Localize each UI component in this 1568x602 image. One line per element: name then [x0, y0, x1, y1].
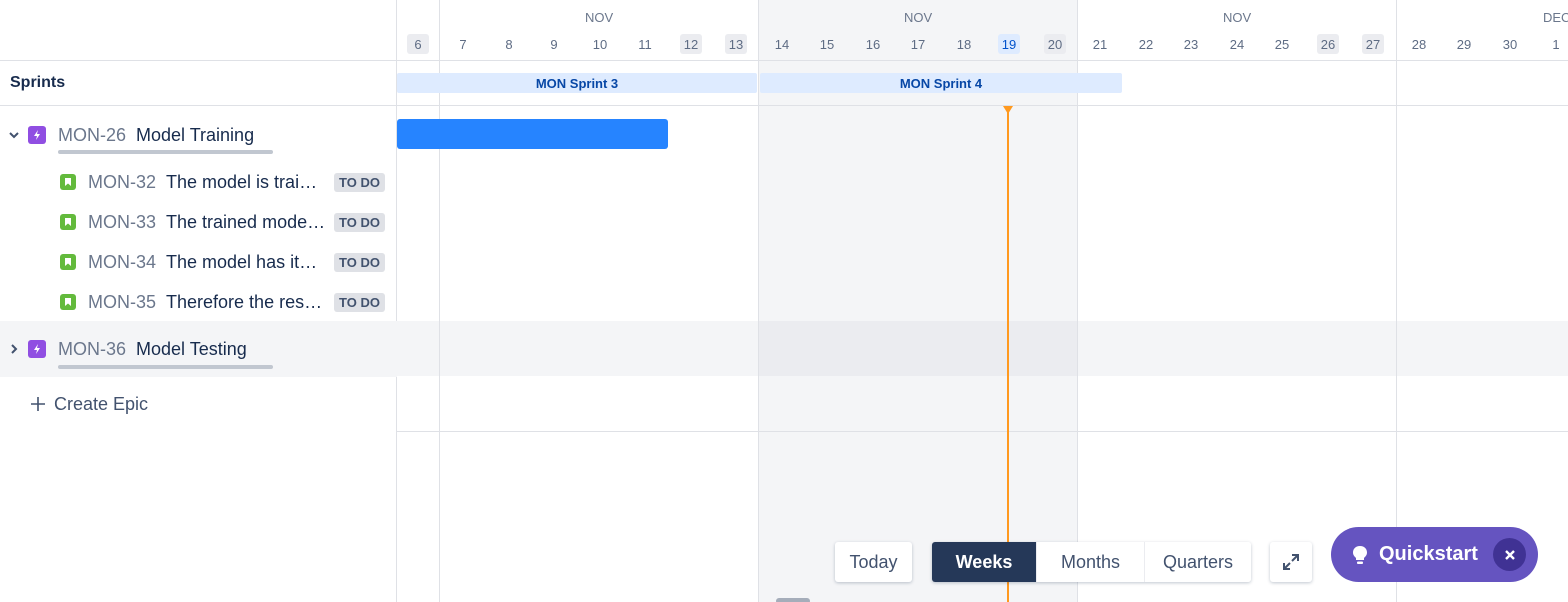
story-row-mon-34[interactable]: MON-34 The model has its ... TO DO	[0, 242, 397, 282]
epic-icon	[28, 340, 46, 358]
status-badge[interactable]: TO DO	[334, 292, 385, 312]
day-label: 17	[910, 36, 926, 52]
day-label: 23	[1183, 36, 1199, 52]
chevron-down-icon[interactable]	[0, 129, 28, 141]
timeline-grid: NOV NOV NOV DEC 6 7 8 9 10 11 12 13 14 1…	[397, 0, 1568, 602]
day-label: 14	[774, 36, 790, 52]
day-label: 9	[550, 36, 558, 52]
quickstart-button[interactable]: Quickstart	[1331, 527, 1538, 582]
day-label: 7	[459, 36, 467, 52]
close-icon	[1504, 549, 1515, 560]
day-label: 16	[865, 36, 881, 52]
plus-icon	[31, 397, 45, 411]
day-label: 27	[1362, 34, 1384, 54]
issue-key[interactable]: MON-32	[88, 172, 156, 193]
epic-progress-bar	[58, 150, 273, 154]
week-line	[1396, 0, 1397, 602]
chevron-right-icon[interactable]	[0, 343, 28, 355]
issue-list-panel: Sprints MON-26 Model Training MON-32 The…	[0, 0, 397, 602]
list-header	[0, 0, 396, 61]
week-line	[758, 0, 759, 602]
issue-key[interactable]: MON-33	[88, 212, 156, 233]
day-label: 10	[592, 36, 608, 52]
day-label: 18	[956, 36, 972, 52]
day-label: 1	[1552, 36, 1560, 52]
issue-summary[interactable]: The model is traine...	[166, 172, 326, 193]
story-icon	[60, 254, 76, 270]
day-label: 6	[407, 34, 429, 54]
issue-summary[interactable]: The trained model ...	[166, 212, 326, 233]
epic-icon	[28, 126, 46, 144]
day-label: 11	[638, 36, 652, 52]
epic-progress-bar	[58, 365, 273, 369]
day-label: 8	[505, 36, 513, 52]
today-line	[1007, 107, 1009, 602]
fullscreen-button[interactable]	[1270, 542, 1312, 582]
quarters-button[interactable]: Quarters	[1145, 542, 1251, 582]
today-control: Today	[835, 542, 912, 582]
issue-summary[interactable]: The model has its ...	[166, 252, 326, 273]
story-row-mon-33[interactable]: MON-33 The trained model ... TO DO	[0, 202, 397, 242]
epic-row-shade-current-week	[758, 321, 1077, 376]
story-icon	[60, 294, 76, 310]
issue-summary[interactable]: Model Testing	[136, 339, 247, 360]
day-label: 28	[1411, 36, 1427, 52]
story-icon	[60, 214, 76, 230]
months-button[interactable]: Months	[1037, 542, 1145, 582]
epic-bar-mon-26[interactable]	[397, 119, 668, 149]
create-epic-label: Create Epic	[54, 393, 149, 414]
day-label: 21	[1092, 36, 1108, 52]
day-label-today: 19	[998, 34, 1020, 54]
roadmap-view: Sprints MON-26 Model Training MON-32 The…	[0, 0, 1568, 602]
story-icon	[60, 174, 76, 190]
status-badge[interactable]: TO DO	[334, 172, 385, 192]
issue-key[interactable]: MON-36	[58, 339, 126, 360]
issue-summary[interactable]: Therefore the resul...	[166, 292, 326, 313]
header-divider	[397, 60, 1568, 61]
content-bottom-divider	[397, 431, 1568, 432]
day-label: 15	[819, 36, 835, 52]
quickstart-label: Quickstart	[1379, 543, 1478, 565]
sprints-row-label: Sprints	[0, 61, 396, 106]
month-label: NOV	[585, 10, 614, 25]
horizontal-scrollbar[interactable]	[776, 598, 810, 602]
sprint-bar-mon-sprint-4[interactable]: MON Sprint 4	[760, 73, 1122, 93]
today-button[interactable]: Today	[835, 542, 912, 582]
issue-key[interactable]: MON-26	[58, 125, 126, 146]
create-epic-button[interactable]: Create Epic	[0, 376, 397, 432]
status-badge[interactable]: TO DO	[334, 212, 385, 232]
close-quickstart-button[interactable]	[1493, 538, 1526, 571]
issue-key[interactable]: MON-35	[88, 292, 156, 313]
epic-row-mon-36[interactable]: MON-36 Model Testing	[0, 321, 397, 377]
day-label: 24	[1229, 36, 1245, 52]
month-label: NOV	[904, 10, 933, 25]
sprint-divider	[397, 105, 1568, 106]
epic-row-mon-26[interactable]: MON-26 Model Training	[0, 107, 397, 163]
day-label: 22	[1138, 36, 1154, 52]
weeks-button[interactable]: Weeks	[932, 542, 1037, 582]
view-segmented-control: Weeks Months Quarters	[932, 542, 1251, 582]
day-label: 30	[1502, 36, 1518, 52]
day-label: 13	[725, 34, 747, 54]
issue-summary[interactable]: Model Training	[136, 125, 254, 146]
story-row-mon-32[interactable]: MON-32 The model is traine... TO DO	[0, 162, 397, 202]
day-label: 25	[1274, 36, 1290, 52]
month-label: DEC	[1543, 10, 1568, 25]
day-label: 29	[1456, 36, 1472, 52]
lightbulb-icon	[1353, 545, 1367, 564]
expand-icon	[1283, 554, 1299, 570]
sprint-bar-mon-sprint-3[interactable]: MON Sprint 3	[397, 73, 757, 93]
story-row-mon-35[interactable]: MON-35 Therefore the resul... TO DO	[0, 282, 397, 322]
expand-control	[1270, 542, 1312, 582]
month-label: NOV	[1223, 10, 1252, 25]
day-label: 26	[1317, 34, 1339, 54]
issue-key[interactable]: MON-34	[88, 252, 156, 273]
day-label: 12	[680, 34, 702, 54]
view-toggle: Weeks Months Quarters	[932, 542, 1251, 582]
day-label: 20	[1044, 34, 1066, 54]
status-badge[interactable]: TO DO	[334, 252, 385, 272]
